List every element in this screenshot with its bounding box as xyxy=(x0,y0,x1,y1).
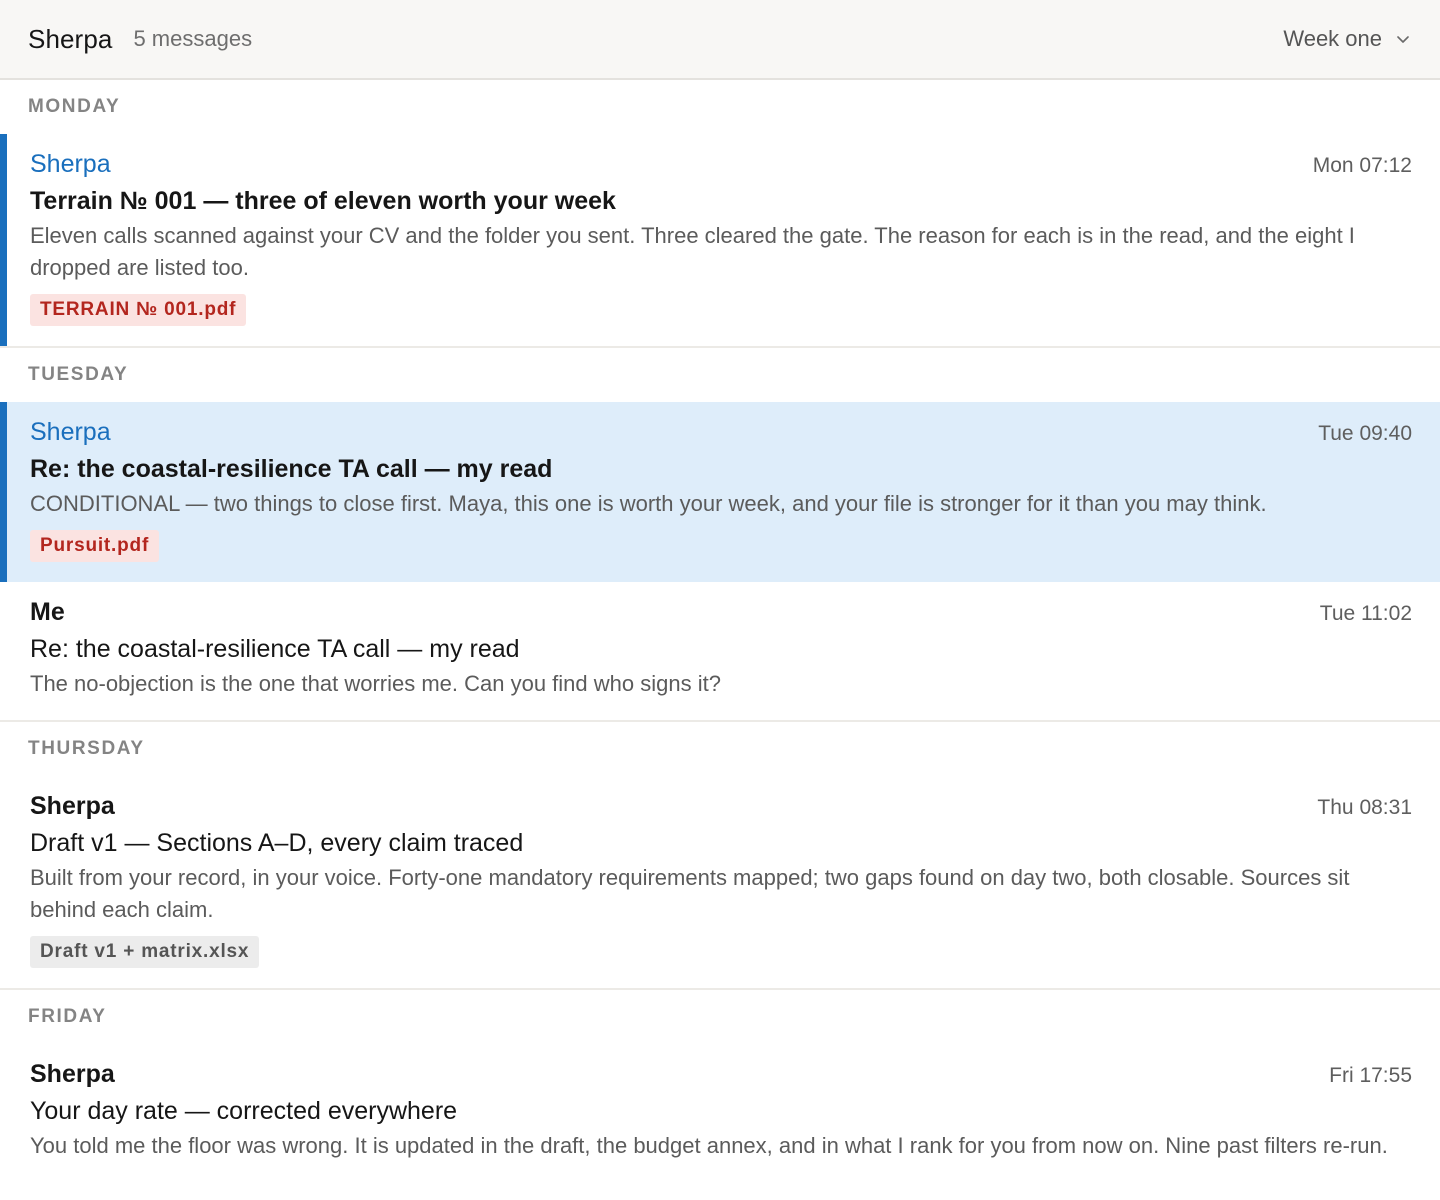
message-subject: Re: the coastal-resilience TA call — my … xyxy=(30,635,520,663)
message-item[interactable]: Sherpa Thu 08:31 Draft v1 — Sections A–D… xyxy=(0,776,1440,990)
message-subject: Re: the coastal-resilience TA call — my … xyxy=(30,455,553,483)
attachment-chip[interactable]: TERRAIN № 001.pdf xyxy=(30,294,247,326)
message-time: Thu 08:31 xyxy=(1317,796,1412,819)
message-sender: Sherpa xyxy=(30,792,115,820)
day-header-monday: MONDAY xyxy=(28,96,121,117)
message-sender: Sherpa xyxy=(30,1060,115,1088)
message-count: 5 messages xyxy=(133,26,253,51)
week-filter-label: Week one xyxy=(1283,26,1382,51)
message-time: Tue 11:02 xyxy=(1319,602,1412,625)
message-preview: You told me the floor was wrong. It is u… xyxy=(30,1133,1388,1158)
day-header-friday: FRIDAY xyxy=(28,1006,107,1027)
message-preview: The no-objection is the one that worries… xyxy=(30,671,721,696)
message-preview: Eleven calls scanned against your CV and… xyxy=(30,223,1355,280)
chevron-down-icon xyxy=(1397,36,1409,43)
week-filter-dropdown[interactable]: Week one xyxy=(1283,26,1412,52)
message-item[interactable]: Sherpa Fri 17:55 Your day rate — correct… xyxy=(0,1044,1440,1182)
message-time: Mon 07:12 xyxy=(1312,154,1412,177)
message-sender: Me xyxy=(30,598,65,626)
message-item-selected[interactable]: Sherpa Tue 09:40 Re: the coastal-resilie… xyxy=(0,402,1440,582)
message-item[interactable]: Me Tue 11:02 Re: the coastal-resilience … xyxy=(0,582,1440,722)
app-header: Sherpa 5 messages Week one xyxy=(0,0,1440,80)
message-meta: Sherpa Mon 07:12 xyxy=(30,150,1412,184)
message-time: Tue 09:40 xyxy=(1318,422,1412,445)
message-meta: Sherpa Thu 08:31 xyxy=(30,792,1412,826)
attachment-chip[interactable]: Draft v1 + matrix.xlsx xyxy=(30,936,260,968)
message-subject: Terrain № 001 — three of eleven worth yo… xyxy=(30,187,616,215)
message-meta: Sherpa Fri 17:55 xyxy=(30,1060,1412,1094)
message-sender: Sherpa xyxy=(30,150,111,178)
attachment-chip[interactable]: Pursuit.pdf xyxy=(30,530,160,562)
message-preview: CONDITIONAL — two things to close first.… xyxy=(30,491,1267,516)
message-subject: Your day rate — corrected everywhere xyxy=(30,1097,458,1125)
message-meta: Sherpa Tue 09:40 xyxy=(30,418,1412,452)
message-preview: Built from your record, in your voice. F… xyxy=(30,865,1350,922)
message-meta: Me Tue 11:02 xyxy=(30,598,1412,632)
message-item[interactable]: Sherpa Mon 07:12 Terrain № 001 — three o… xyxy=(0,134,1440,348)
message-subject: Draft v1 — Sections A–D, every claim tra… xyxy=(30,829,524,857)
app-title: Sherpa xyxy=(28,23,113,54)
day-header-thursday: THURSDAY xyxy=(28,738,145,759)
message-time: Fri 17:55 xyxy=(1329,1064,1412,1087)
message-sender: Sherpa xyxy=(30,418,111,446)
day-header-tuesday: TUESDAY xyxy=(28,364,129,385)
